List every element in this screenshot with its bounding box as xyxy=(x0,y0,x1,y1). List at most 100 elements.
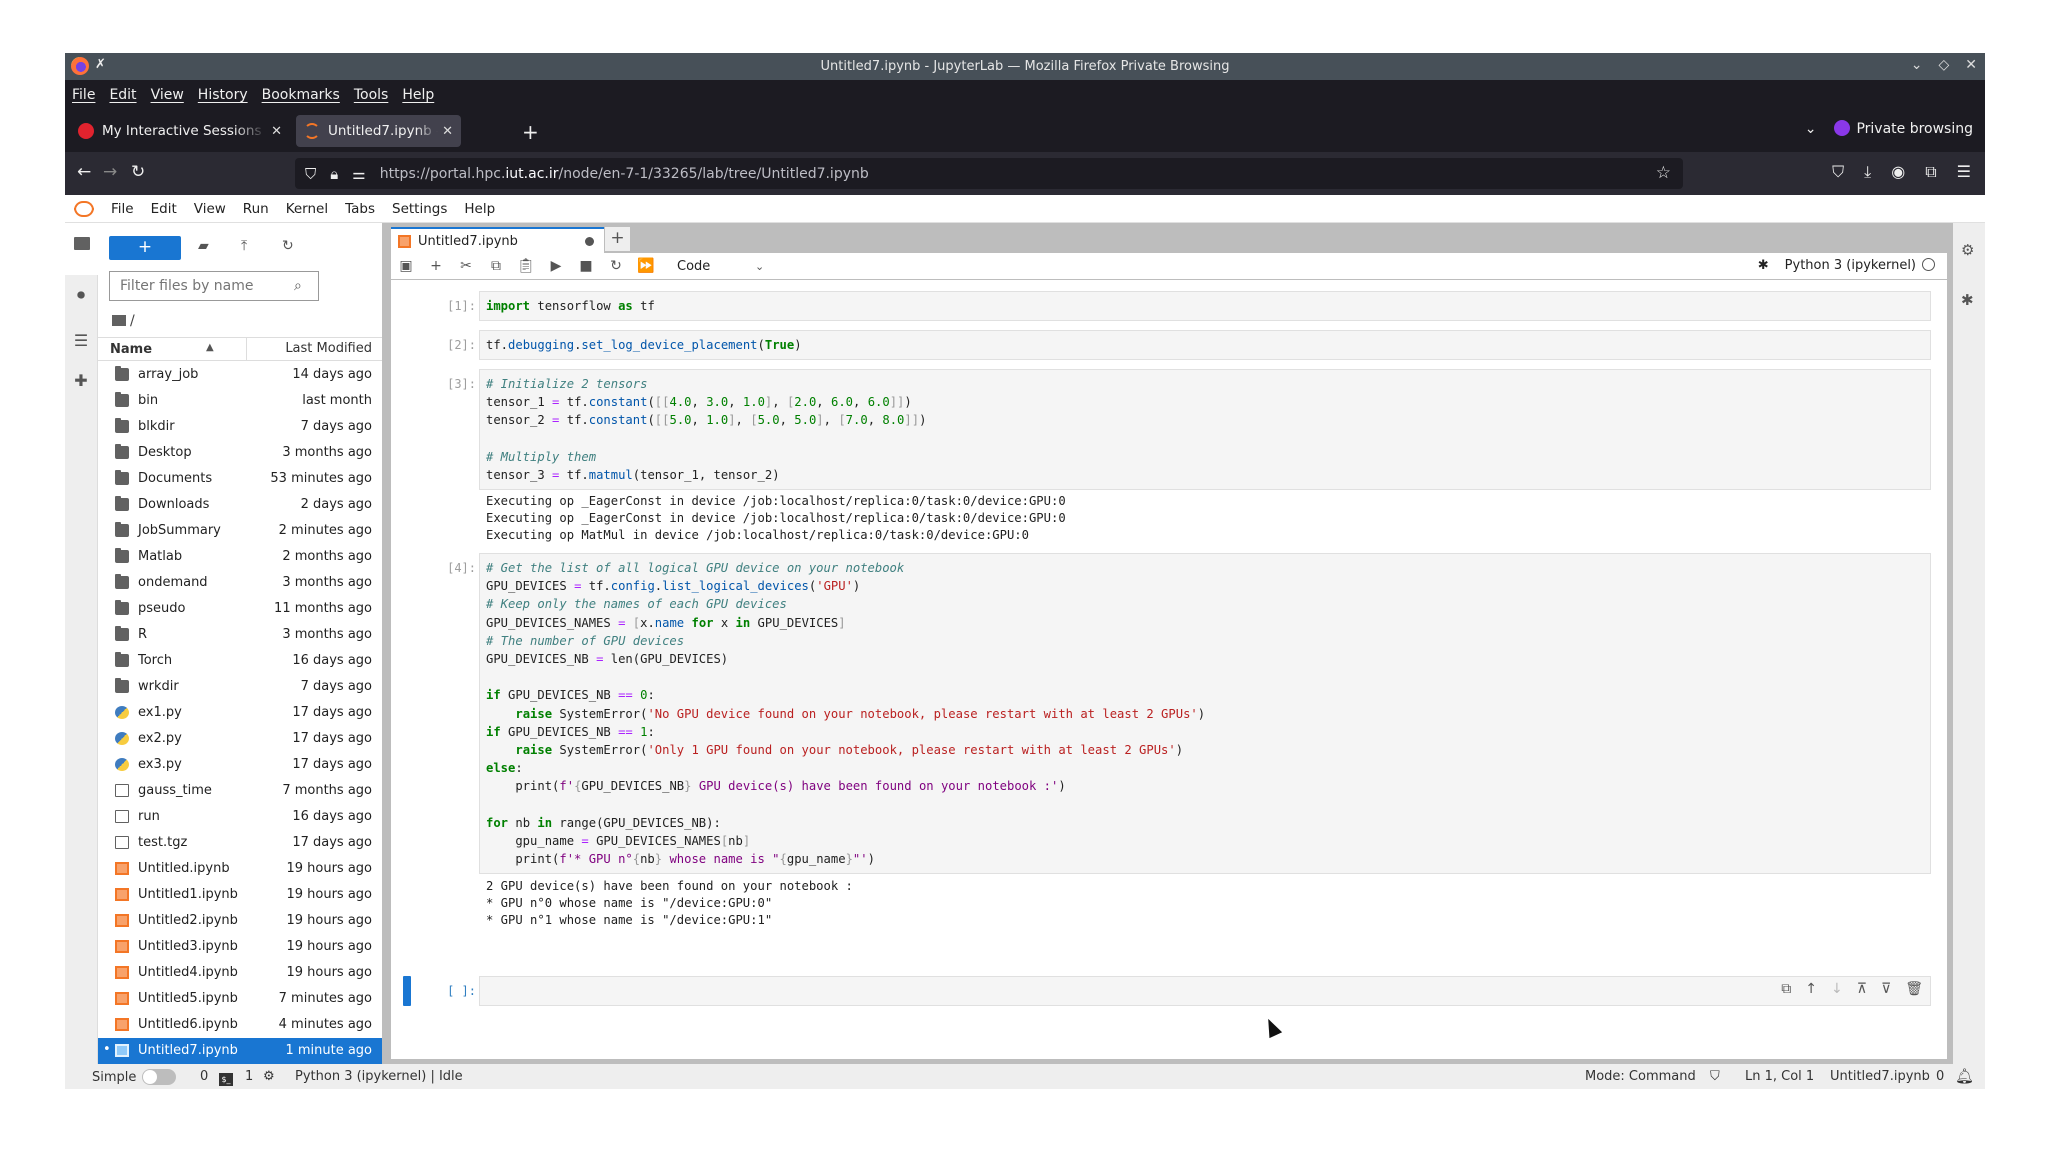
file-list-item[interactable]: pseudo 11 months ago xyxy=(98,596,382,622)
new-launcher-button[interactable]: + xyxy=(109,236,181,260)
notification-count[interactable]: 0 xyxy=(1936,1069,1944,1084)
account-icon[interactable]: ◉ xyxy=(1891,162,1905,182)
terminal-icon[interactable]: $_ xyxy=(219,1069,233,1086)
breadcrumb[interactable]: / xyxy=(112,313,135,329)
ff-menu-help[interactable]: Help xyxy=(402,87,434,103)
file-list-item[interactable]: Untitled2.ipynb 19 hours ago xyxy=(98,908,382,934)
extensions-puzzle-icon[interactable]: ✚ xyxy=(71,371,91,391)
move-up-icon[interactable]: ↑ xyxy=(1805,981,1817,997)
file-list-item[interactable]: bin last month xyxy=(98,388,382,414)
browser-tab-jupyter[interactable]: Untitled7.ipynb - JupyterLa ✕ xyxy=(296,115,461,147)
tab-untitled7[interactable]: Untitled7.ipynb xyxy=(391,227,604,253)
property-inspector-gears-icon[interactable]: ⚙ xyxy=(1961,241,1974,259)
bookmark-star-icon[interactable]: ☆ xyxy=(1656,163,1671,183)
cell-editor[interactable]: import tensorflow as tf xyxy=(479,291,1931,322)
debugger-icon[interactable]: ✱ xyxy=(1758,258,1769,273)
file-list-item[interactable]: R 3 months ago xyxy=(98,622,382,648)
pocket-icon[interactable]: ⛉ xyxy=(1832,162,1844,182)
browser-tab-sessions[interactable]: My Interactive Sessions - N ✕ xyxy=(70,115,290,147)
file-list-item[interactable]: Torch 16 days ago xyxy=(98,648,382,674)
minimize-icon[interactable]: ⌄ xyxy=(1911,57,1923,73)
file-list-item[interactable]: gauss_time 7 months ago xyxy=(98,778,382,804)
ff-menu-view[interactable]: View xyxy=(151,87,184,103)
running-sessions-icon[interactable]: ⏺ xyxy=(71,285,91,305)
downloads-icon[interactable]: ⤓ xyxy=(1864,162,1871,182)
chevron-down-icon[interactable]: ⌄ xyxy=(755,260,764,273)
j-menu-edit[interactable]: Edit xyxy=(151,201,177,217)
maximize-icon[interactable]: ◇ xyxy=(1938,57,1949,73)
back-icon[interactable]: ← xyxy=(77,162,91,182)
unsaved-dot-icon[interactable] xyxy=(585,237,594,246)
new-tab-button[interactable]: + xyxy=(522,120,539,144)
restart-run-all-icon[interactable]: ⏩ xyxy=(631,258,661,274)
j-menu-view[interactable]: View xyxy=(194,201,226,217)
kernel-name[interactable]: Python 3 (ipykernel) xyxy=(1785,258,1935,273)
shield-icon[interactable]: ⛉ xyxy=(305,165,316,183)
file-list-item[interactable]: Untitled5.ipynb 7 minutes ago xyxy=(98,986,382,1012)
j-menu-tabs[interactable]: Tabs xyxy=(345,201,375,217)
cell-editor[interactable]: # Get the list of all logical GPU device… xyxy=(479,553,1931,875)
new-folder-icon[interactable]: ▰ xyxy=(198,238,209,254)
ff-menu-tools[interactable]: Tools xyxy=(354,87,389,103)
terminals-count[interactable]: 0 xyxy=(200,1069,208,1084)
file-list-item[interactable]: array_job 14 days ago xyxy=(98,362,382,388)
new-launcher-tab-button[interactable]: + xyxy=(605,227,630,251)
hamburger-menu-icon[interactable]: ☰ xyxy=(1957,162,1971,182)
bell-icon[interactable]: 🔔︎ xyxy=(1955,1067,1974,1085)
file-list-item[interactable]: Untitled6.ipynb 4 minutes ago xyxy=(98,1012,382,1038)
table-of-contents-icon[interactable]: ☰ xyxy=(71,331,91,351)
insert-cell-icon[interactable]: + xyxy=(421,258,451,274)
cell-type-select[interactable]: Code xyxy=(677,259,755,274)
ff-menu-history[interactable]: History xyxy=(198,87,248,103)
permissions-icon[interactable]: ⚌ xyxy=(352,165,365,183)
trusted-shield-icon[interactable]: ⛉ xyxy=(1710,1069,1720,1084)
column-name[interactable]: Name xyxy=(110,342,152,357)
file-list-item[interactable]: run 16 days ago xyxy=(98,804,382,830)
file-list-item[interactable]: JobSummary 2 minutes ago xyxy=(98,518,382,544)
kernels-count[interactable]: 1 xyxy=(245,1069,253,1084)
filter-files-input[interactable] xyxy=(109,271,319,301)
j-menu-help[interactable]: Help xyxy=(464,201,495,217)
run-icon[interactable]: ▶ xyxy=(541,258,571,274)
insert-above-icon[interactable]: ⊼ xyxy=(1857,981,1867,997)
cut-icon[interactable]: ✂ xyxy=(451,258,481,274)
ff-menu-file[interactable]: File xyxy=(72,87,95,103)
cell-editor[interactable]: # Initialize 2 tensors tensor_1 = tf.con… xyxy=(479,369,1931,491)
move-down-icon[interactable]: ↓ xyxy=(1831,981,1843,997)
file-list-item[interactable]: ondemand 3 months ago xyxy=(98,570,382,596)
save-icon[interactable]: ▣ xyxy=(391,258,421,274)
duplicate-cell-icon[interactable]: ⧉ xyxy=(1781,981,1791,997)
ff-menu-bookmarks[interactable]: Bookmarks xyxy=(262,87,340,103)
lock-icon[interactable]: 🔒︎ xyxy=(330,165,338,183)
list-tabs-chevron-icon[interactable]: ⌄ xyxy=(1805,121,1817,137)
file-list-item[interactable]: Untitled1.ipynb 19 hours ago xyxy=(98,882,382,908)
file-browser-tab[interactable] xyxy=(65,223,98,275)
delete-cell-icon[interactable]: 🗑︎ xyxy=(1905,981,1923,997)
refresh-icon[interactable]: ↻ xyxy=(282,238,294,254)
debugger-bug-icon[interactable]: ✱ xyxy=(1961,291,1974,309)
file-list-item[interactable]: ex1.py 17 days ago xyxy=(98,700,382,726)
extensions-icon[interactable]: ⧉ xyxy=(1925,162,1936,182)
file-list-item[interactable]: blkdir 7 days ago xyxy=(98,414,382,440)
cell-editor[interactable]: tf.debugging.set_log_device_placement(Tr… xyxy=(479,330,1931,361)
file-list-item[interactable]: Desktop 3 months ago xyxy=(98,440,382,466)
file-list-item[interactable]: Untitled4.ipynb 19 hours ago xyxy=(98,960,382,986)
close-window-icon[interactable]: ✕ xyxy=(1965,57,1977,73)
copy-icon[interactable]: ⧉ xyxy=(481,258,511,274)
paste-icon[interactable]: 📋︎ xyxy=(511,258,541,274)
kernel-cpu-icon[interactable]: ⚙ xyxy=(263,1069,275,1084)
ff-menu-edit[interactable]: Edit xyxy=(109,87,136,103)
forward-icon[interactable]: → xyxy=(103,162,117,182)
column-last-modified[interactable]: Last Modified xyxy=(246,338,382,360)
reload-icon[interactable]: ↻ xyxy=(131,162,145,182)
cell-editor[interactable] xyxy=(479,976,1931,1006)
kernel-status[interactable]: Python 3 (ipykernel) | Idle xyxy=(295,1069,463,1084)
file-list-item[interactable]: test.tgz 17 days ago xyxy=(98,830,382,856)
file-list-item[interactable]: Downloads 2 days ago xyxy=(98,492,382,518)
stop-icon[interactable]: ■ xyxy=(571,258,601,274)
file-list-item[interactable]: Untitled.ipynb 19 hours ago xyxy=(98,856,382,882)
j-menu-kernel[interactable]: Kernel xyxy=(286,201,328,217)
file-list-item[interactable]: Documents 53 minutes ago xyxy=(98,466,382,492)
upload-icon[interactable]: ⤒ xyxy=(241,238,247,254)
cursor-position[interactable]: Ln 1, Col 1 xyxy=(1745,1069,1814,1084)
